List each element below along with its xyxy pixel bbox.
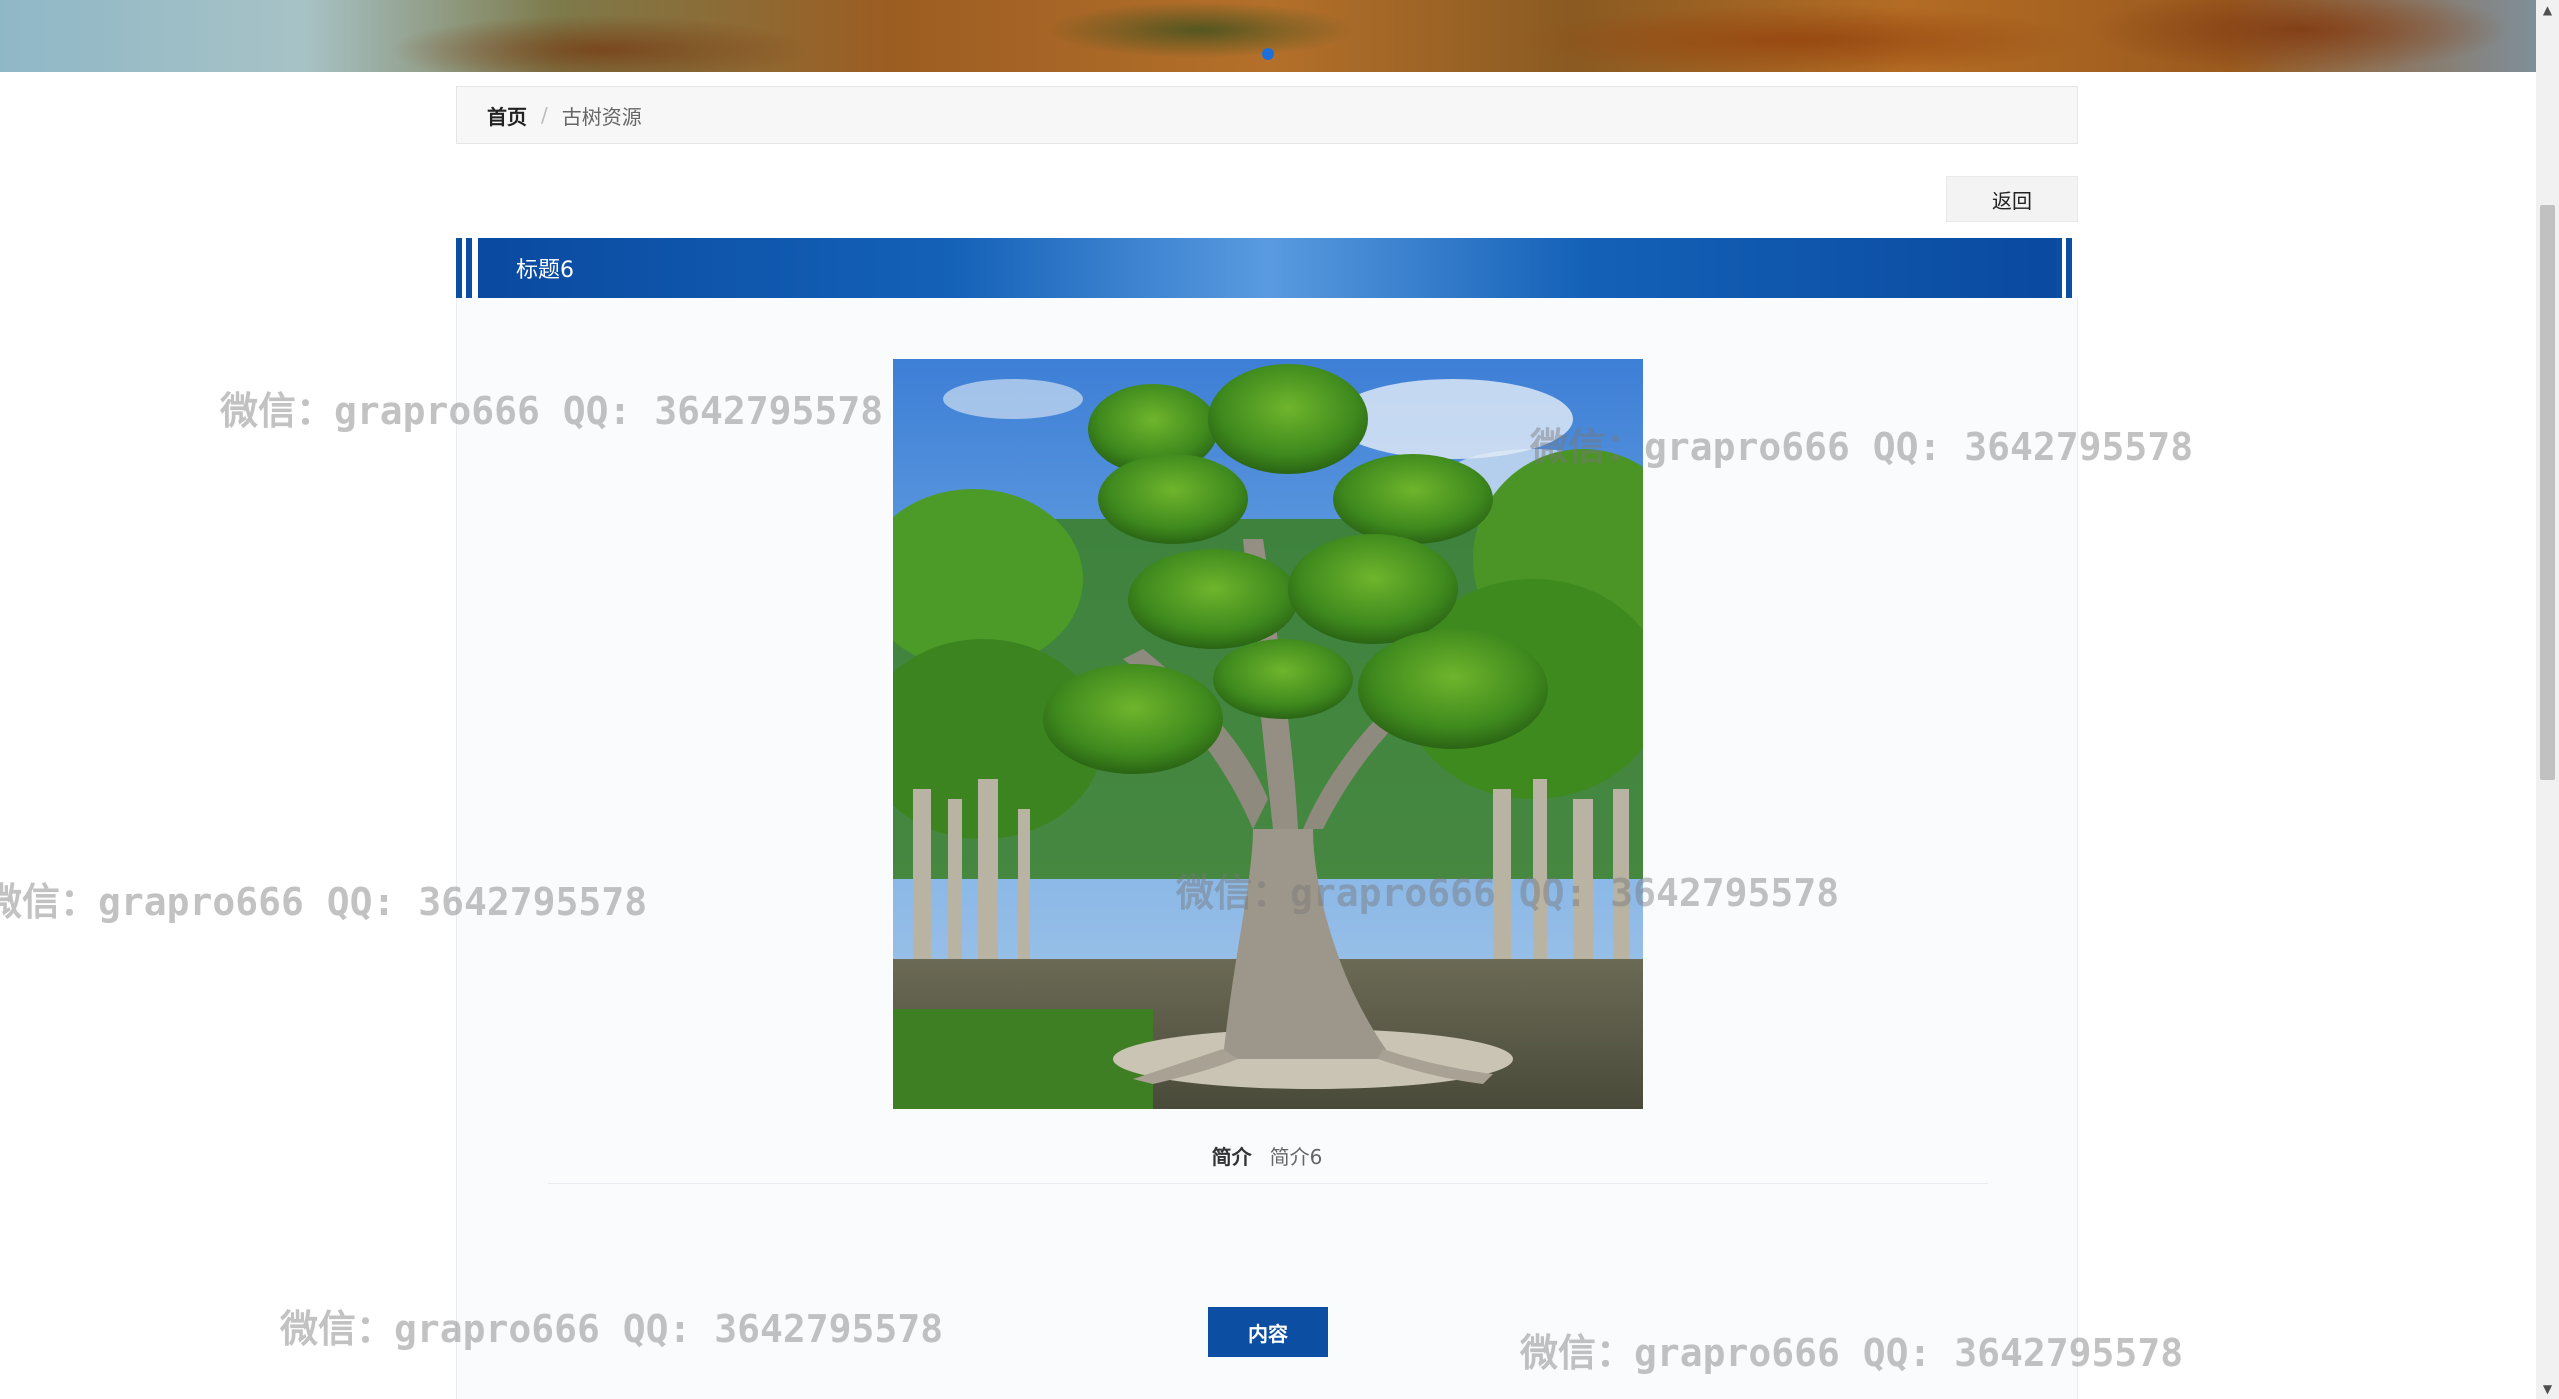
carousel-indicator-dot[interactable] [1262, 48, 1274, 60]
scroll-up-arrow-icon[interactable]: ▲ [2536, 0, 2559, 20]
title-bar-right-stripes [2056, 238, 2078, 298]
breadcrumb-current: 古树资源 [561, 104, 642, 129]
intro-label: 简介 [1211, 1144, 1252, 1169]
vertical-scrollbar[interactable]: ▲ ▼ [2536, 0, 2559, 1399]
content-tab-button[interactable]: 内容 [1208, 1307, 1328, 1357]
page: 首页 / 古树资源 返回 标题6 简介 简介6 内容 微信：grapro666 … [0, 0, 2559, 1399]
title-bar: 标题6 [456, 238, 2078, 298]
tree-photo [893, 359, 1643, 1109]
scroll-down-arrow-icon[interactable]: ▼ [2536, 1379, 2559, 1399]
breadcrumb: 首页 / 古树资源 [456, 86, 2078, 144]
intro-value: 简介6 [1269, 1144, 1323, 1169]
breadcrumb-home-link[interactable]: 首页 [487, 101, 527, 130]
breadcrumb-separator: / [541, 103, 548, 127]
intro-row: 简介 简介6 [456, 1138, 2078, 1172]
page-title: 标题6 [478, 238, 2056, 298]
top-banner-image [0, 0, 2536, 72]
title-bar-left-stripes [456, 238, 478, 298]
divider [548, 1183, 1988, 1184]
back-button[interactable]: 返回 [1946, 176, 2078, 222]
scrollbar-thumb[interactable] [2540, 205, 2555, 780]
